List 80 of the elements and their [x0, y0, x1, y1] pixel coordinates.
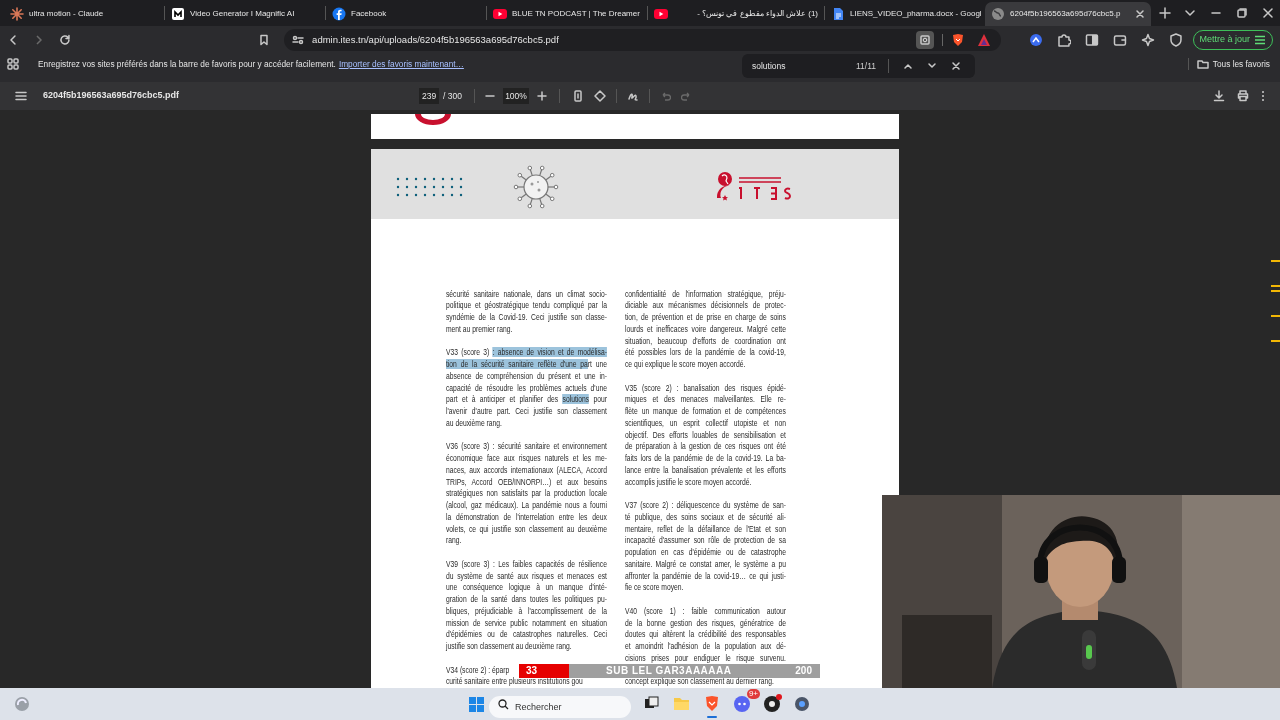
apps-grid-icon[interactable]	[7, 58, 19, 70]
menu-icon	[1254, 35, 1267, 45]
paragraph: V37 (score 2) : déliquescence du système de san- té publique, des soins sociaux et de sécurité ali- mentaire, reflet de la défaillance de l'Etat et son incapacité d'assumer son rôle de protection de sa population en cas d'épidémie ou de catastrophe sanitaire. Malgré ce constat amer, le système a pu affronter la pandémie de la covid-19… ce qui justi- fie ce score moyen.	[625, 500, 786, 594]
square-logo-icon	[171, 7, 185, 21]
fit-page-icon[interactable]	[572, 90, 584, 102]
taskbar-search-field[interactable]: Rechercher	[489, 696, 631, 718]
chevron-down-icon[interactable]	[1184, 7, 1196, 19]
reload-icon[interactable]	[58, 34, 71, 46]
next-match-icon[interactable]	[927, 61, 937, 71]
close-icon[interactable]	[1262, 7, 1274, 19]
page-total: / 300	[443, 89, 462, 103]
import-bookmarks-link[interactable]: Importer des favoris maintenant…	[338, 57, 464, 71]
find-in-page-button[interactable]	[915, 31, 934, 49]
settings-icon[interactable]	[793, 695, 811, 713]
facebook-icon	[332, 7, 346, 21]
match-count: 11/11	[856, 59, 877, 73]
paragraph: V35 (score 2) : banalisation des risques épidé- miques et des menaces malveillantes. Elle re- flète un manque de formation et de compétences scientifiques, un esprit collectif utopiste et non objectif. Des efforts louables de sensibilisation et de préparation à la gestion de ces risques ont été faits lors de la pandémie de de la covid-19. La ba- lance entre la banalisation prévalente et les efforts accomplis justifie le score moyen accordé.	[625, 382, 786, 489]
goal-count: 33	[526, 666, 539, 676]
paragraph: V40 (score 1) : faible communication autour de la bonne gestion des risques, génératrice de doutes qui altèrent la crédibilité des responsables et amoindrit l'adhésion de la population aux dé- cisions prises pour endiguer le risque survenu.	[625, 605, 786, 665]
close-icon[interactable]	[951, 61, 961, 71]
lion-shield-icon[interactable]	[703, 695, 721, 713]
more-icon[interactable]	[1261, 90, 1265, 102]
browser-tab[interactable]: (1) علاش الدواء مقطوع في تونس؟ -	[648, 2, 824, 26]
paragraph: V33 (score 3) : absence de vision et de modélisa- tion de la sécurité sanitaire reflète d'une part une absence de compréhension du présent et une in- capacité de résoudre les problèmes actuels d'une part et à anticiper et planifier des solutions pour l'avenir d'autre part. Ceci justifie son classement au deuxième rang.	[446, 347, 607, 430]
active-app-indicator	[707, 716, 717, 718]
browser-tab[interactable]: LIENS_VIDEO_pharma.docx - Googl	[825, 2, 985, 26]
site-settings-icon	[292, 34, 305, 46]
bookmarks-prompt: Enregistrez vos sites préférés dans la barre de favoris pour y accéder facilement.	[38, 57, 336, 71]
paragraph: confidentialité de l'information stratégique, préju- diciable aux mécanismes décisionnels de protec- tion, de prévention et de prise en charge de soins lourds et inefficaces voire dangereux. Malgré cette situation, beaucoup d'efforts de coordination ont été possibles lors de la pandémie de la covid-19, ce qui explique le score moyen accordé.	[625, 288, 786, 371]
lion-shield-icon	[950, 33, 965, 47]
text-line: curité sanitaire entre plusieurs institutions gou	[446, 676, 583, 688]
play-button-icon	[654, 7, 668, 21]
play-button-icon	[493, 7, 507, 21]
spark-icon	[10, 7, 24, 21]
puzzle-icon[interactable]	[1056, 33, 1071, 47]
zoom-field[interactable]: 100%	[503, 88, 529, 104]
triangle-icon[interactable]	[976, 33, 991, 47]
page-number-field[interactable]: 239	[419, 88, 440, 104]
download-icon[interactable]	[1213, 90, 1225, 102]
address-field[interactable]: admin.ites.tn/api/uploads/6204f5b196563a695d76cbc5.pdf	[284, 29, 1001, 51]
zoom-in-icon[interactable]	[537, 91, 547, 101]
close-icon	[1135, 9, 1145, 19]
sidebar-icon[interactable]	[1084, 33, 1099, 47]
sparkle-icon[interactable]	[1140, 33, 1155, 47]
globe-icon	[991, 7, 1005, 21]
shield-icon[interactable]	[1168, 33, 1183, 47]
bookmark-icon[interactable]	[258, 34, 271, 46]
browser-tab[interactable]: BLUE TN PODCAST | The Dreamer	[487, 2, 647, 26]
print-icon[interactable]	[1237, 90, 1249, 102]
browser-tab[interactable]: 6204f5b196563a695d76cbc5.p	[985, 2, 1151, 26]
dot-grid-icon	[396, 176, 464, 197]
scrollbar-match-mark	[1271, 315, 1280, 317]
paragraph: V36 (score 3) : sécurité sanitaire et environnement économique face aux risques naturels et les me- naces, aux accords internationaux (ALECA, Accord TRIPs, Accord OEB/INNORPI…) et aux besoins stratégiques non satisfaits par la production locale (alcool, gaz médicaux). La pandémie nous a fourni la démonstration de l'interrelation entre les deux volets, ce qui justifie son classement au deuxième rang.	[446, 441, 607, 547]
goal-target: 200	[795, 666, 812, 676]
notification-badge: 9+	[746, 689, 760, 699]
browser-tab[interactable]: ultra motion - Claude	[4, 2, 164, 26]
folder-icon	[1196, 58, 1209, 70]
paragraph: concept explique son classement au dernier rang.	[625, 676, 775, 688]
all-bookmarks-link[interactable]: Tous les favoris	[1212, 57, 1270, 71]
menu-icon[interactable]	[15, 90, 27, 102]
windows-start-icon[interactable]	[469, 696, 484, 712]
paragraph: V39 (score 3) : Les faibles capacités de résilience du système de santé aux risques et menaces est une conséquence logique à un manque d'inté- gration de la santé dans toutes les politiques pu- bliques, préjudiciable à l'accomplissement de la mission de service public notamment en situation d'épidémies ou de catastrophes naturelles. Ceci justifie son classement au deuxième rang.	[446, 558, 607, 653]
scrollbar-match-mark	[1271, 260, 1280, 262]
file-name: 6204f5b196563a695d76cbc5.pdf	[43, 89, 180, 103]
restore-icon[interactable]	[1236, 7, 1248, 19]
wallet-icon[interactable]	[1112, 33, 1127, 47]
goal-label: SUB LEL GAR3AAAAAA	[606, 666, 732, 676]
browser-tab[interactable]: Facebook	[326, 2, 486, 26]
back-icon[interactable]	[7, 34, 19, 46]
record-app-icon[interactable]	[763, 695, 781, 713]
paragraph: sécurité sanitaire nationale, dans un climat socio- politique et géostratégique tendu compliqué par la syndémie de la Covid-19. Ceci justifie son classe- ment au premier rang.	[446, 288, 607, 336]
document-icon	[831, 7, 845, 21]
draw-icon[interactable]	[627, 90, 639, 102]
new-tab-icon[interactable]	[1159, 7, 1171, 19]
chat-app-icon[interactable]	[733, 695, 751, 713]
previous-match-icon[interactable]	[903, 61, 913, 71]
find-input[interactable]: solutions	[752, 59, 848, 73]
scrollbar-match-mark	[1271, 340, 1280, 342]
text-line: V34 (score 2) : éparp	[446, 664, 510, 677]
browser-tab[interactable]: Video Generator I Magnific AI	[165, 2, 325, 26]
